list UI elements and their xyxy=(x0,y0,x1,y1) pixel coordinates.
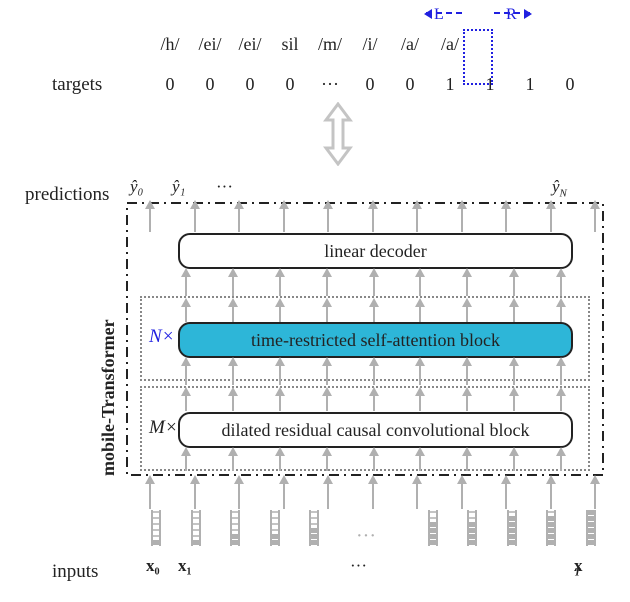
input-dots: ··· xyxy=(356,525,376,548)
conv-block: dilated residual causal convolutional bl… xyxy=(178,412,573,448)
right-context-label: R xyxy=(506,6,517,24)
target-cell: 0 xyxy=(230,74,270,95)
pred-yn: ŷN xyxy=(552,177,567,199)
arrows-attn-top xyxy=(186,359,561,385)
feature-vector-icon xyxy=(466,508,476,548)
phoneme-row: /h/ /ei/ /ei/ sil /m/ /i/ /a/ /a/ xyxy=(150,34,590,55)
linear-decoder-block: linear decoder xyxy=(178,233,573,269)
targets-label: targets xyxy=(52,74,102,96)
phoneme-cell: /m/ xyxy=(310,34,350,55)
feature-vector-icon xyxy=(506,508,516,548)
inputs-label: inputs xyxy=(52,561,98,583)
pred-yn-sub: N xyxy=(560,187,567,199)
pred-y0: ŷ₀ xyxy=(130,177,143,197)
input-symbol-row: x₀ x₁ ··· xT xyxy=(150,556,595,580)
pred-y1: ŷ₁ xyxy=(172,177,185,197)
repeat-m-label: M× xyxy=(149,417,178,439)
model-name-label: mobile-Transformer xyxy=(98,319,119,476)
input-x1: x₁ xyxy=(178,556,192,576)
input-xt-base: x xyxy=(574,556,583,576)
phoneme-cell: /i/ xyxy=(350,34,390,55)
target-cell: 0 xyxy=(390,74,430,95)
target-cell: 0 xyxy=(550,74,590,95)
left-context-arrow xyxy=(426,12,462,14)
input-x0: x₀ xyxy=(146,556,160,576)
input-mid-dots: ··· xyxy=(350,556,367,576)
target-cell: 0 xyxy=(350,74,390,95)
feature-vector-icon xyxy=(229,508,239,548)
bidirectional-arrow-icon xyxy=(318,102,358,166)
target-row: 0 0 0 0 ··· 0 0 1 1 1 0 xyxy=(150,74,590,95)
target-cell: 1 xyxy=(430,74,470,95)
phoneme-cell: /ei/ xyxy=(190,34,230,55)
feature-vector-icon xyxy=(308,508,318,548)
arrows-conv-top xyxy=(186,449,561,471)
arrows-input xyxy=(150,477,595,509)
arrows-pred xyxy=(150,202,595,232)
self-attention-block: time-restricted self-attention block xyxy=(178,322,573,358)
predictions-label: predictions xyxy=(25,184,109,206)
target-cell: 1 xyxy=(510,74,550,95)
phoneme-cell: /a/ xyxy=(430,34,470,55)
target-cell: 0 xyxy=(190,74,230,95)
arrows-lin-top xyxy=(186,270,561,296)
arrows-lin-bot xyxy=(186,300,561,322)
phoneme-cell: /a/ xyxy=(390,34,430,55)
target-cell: 1 xyxy=(470,74,510,95)
phoneme-cell: /ei/ xyxy=(230,34,270,55)
target-cell: 0 xyxy=(270,74,310,95)
feature-vector-icon xyxy=(585,508,595,548)
feature-vector-icon xyxy=(427,508,437,548)
repeat-n-label: N× xyxy=(149,326,175,348)
phoneme-cell: sil xyxy=(270,34,310,55)
feature-vector-icon xyxy=(545,508,555,548)
feature-vector-icon xyxy=(269,508,279,548)
left-context-label: L xyxy=(434,6,444,24)
predictions-row: ŷ₀ ŷ₁ ··· ŷN xyxy=(130,177,600,201)
target-cell: 0 xyxy=(150,74,190,95)
target-cell: ··· xyxy=(310,74,350,95)
pred-dots: ··· xyxy=(216,177,233,197)
feature-vector-icon xyxy=(150,508,160,548)
arrows-attn-bot xyxy=(186,389,561,411)
feature-vector-icon xyxy=(190,508,200,548)
input-xt: xT xyxy=(574,556,581,578)
phoneme-cell: /h/ xyxy=(150,34,190,55)
